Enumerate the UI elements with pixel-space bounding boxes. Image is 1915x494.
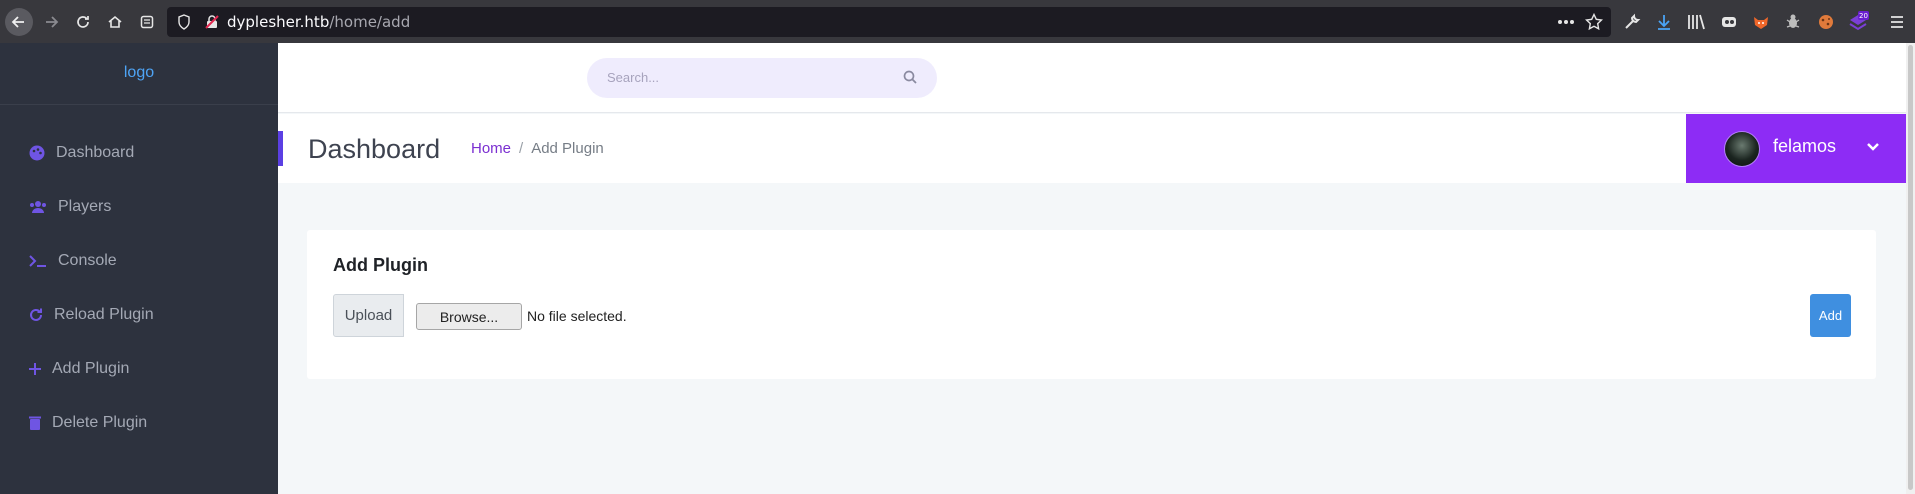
reload-icon: [77, 16, 89, 28]
home-button[interactable]: [102, 9, 128, 35]
palette-icon: [29, 145, 45, 161]
forward-button[interactable]: [38, 9, 64, 35]
sidebar-item-console[interactable]: Console: [28, 248, 117, 274]
upload-label: Upload: [333, 294, 404, 337]
file-status: No file selected.: [527, 308, 627, 324]
page-title: Dashboard: [308, 134, 441, 164]
sidebar-item-reload-plugin[interactable]: Reload Plugin: [28, 302, 154, 328]
cookie-extension-icon[interactable]: [1815, 11, 1837, 33]
avatar: [1724, 131, 1760, 167]
sidebar-item-add-plugin[interactable]: Add Plugin: [28, 356, 129, 382]
sidebar: logo Dashboard Players Console Reload Pl…: [0, 43, 278, 494]
plus-icon: [29, 363, 41, 375]
fox-extension-icon[interactable]: [1750, 11, 1772, 33]
sidebar-item-dashboard[interactable]: Dashboard: [28, 140, 134, 166]
scrollbar-thumb[interactable]: [1908, 45, 1913, 490]
page-header: Dashboard Home / Add Plugin: [278, 114, 1915, 183]
home-icon: [108, 15, 122, 28]
breadcrumb: Home / Add Plugin: [471, 140, 604, 157]
url-text[interactable]: dyplesher.htb/home/add: [227, 13, 410, 31]
user-menu[interactable]: felamos: [1686, 114, 1906, 183]
arrow-left-icon: [11, 16, 24, 28]
reload-icon: [30, 308, 42, 321]
add-button[interactable]: Add: [1810, 294, 1851, 337]
menu-icon[interactable]: [1886, 11, 1908, 33]
bug-extension-icon[interactable]: [1782, 11, 1804, 33]
terminal-icon: [29, 255, 46, 267]
sidebar-item-label: Reload Plugin: [54, 306, 154, 323]
library-icon[interactable]: [1686, 11, 1708, 33]
chevron-down-icon: [1866, 139, 1880, 157]
sidebar-item-label: Dashboard: [56, 144, 135, 161]
trash-icon: [29, 416, 41, 430]
sidebar-item-delete-plugin[interactable]: Delete Plugin: [28, 410, 147, 436]
add-plugin-card: Add Plugin Upload Browse... No file sele…: [307, 230, 1876, 379]
breadcrumb-home-link[interactable]: Home: [471, 140, 511, 157]
url-path: /home/add: [329, 13, 411, 31]
search-input[interactable]: Search...: [587, 58, 937, 98]
extension-badge: 20: [1859, 12, 1868, 20]
top-header: Search...: [278, 43, 1915, 113]
url-host: dyplesher.htb: [227, 13, 330, 31]
insecure-lock-icon[interactable]: [203, 13, 221, 31]
sidebar-item-players[interactable]: Players: [28, 194, 111, 220]
accent-bar: [278, 131, 283, 166]
extension-icon[interactable]: [1718, 11, 1740, 33]
sidebar-item-label: Console: [58, 252, 117, 269]
card-title: Add Plugin: [333, 255, 428, 275]
browse-button[interactable]: Browse...: [416, 303, 522, 330]
sidebar-item-label: Delete Plugin: [52, 414, 148, 431]
breadcrumb-current: Add Plugin: [531, 140, 604, 157]
search-icon[interactable]: [903, 70, 917, 89]
shield-icon[interactable]: [175, 13, 193, 31]
arrow-right-icon: [46, 16, 59, 28]
logo[interactable]: logo: [0, 64, 278, 82]
star-icon[interactable]: [1585, 13, 1603, 31]
browser-toolbar: dyplesher.htb/home/add 20: [0, 0, 1915, 43]
breadcrumb-separator: /: [519, 140, 524, 157]
reader-button[interactable]: [134, 9, 160, 35]
back-button[interactable]: [5, 8, 33, 36]
download-icon[interactable]: [1653, 11, 1675, 33]
sidebar-divider: [0, 104, 278, 105]
search-placeholder: Search...: [607, 70, 660, 85]
sidebar-item-label: Players: [58, 198, 112, 215]
sidebar-item-label: Add Plugin: [52, 360, 130, 377]
hackbar-extension-icon[interactable]: 20: [1847, 11, 1869, 33]
reload-button[interactable]: [70, 9, 96, 35]
reader-icon: [140, 15, 154, 29]
user-name: felamos: [1773, 136, 1837, 156]
wrench-icon[interactable]: [1621, 11, 1643, 33]
page-actions-icon[interactable]: [1557, 13, 1575, 31]
users-icon: [30, 201, 46, 213]
url-bar[interactable]: dyplesher.htb/home/add: [167, 7, 1611, 37]
